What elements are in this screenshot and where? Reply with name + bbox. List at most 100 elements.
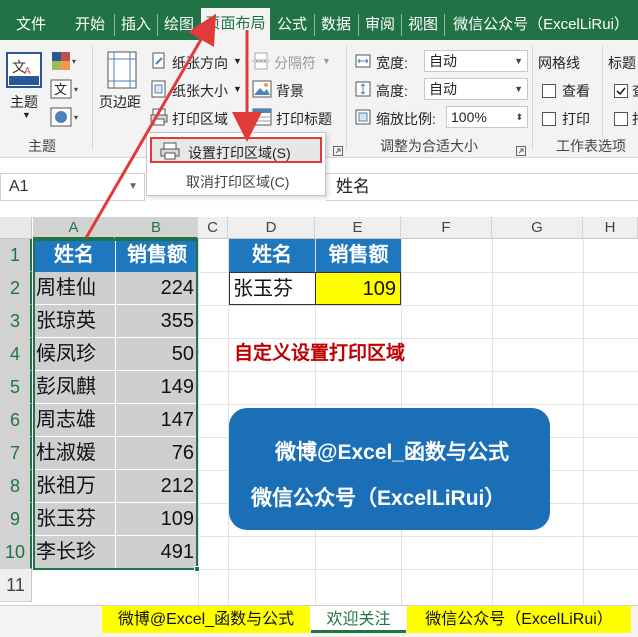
row-header-6[interactable]: 6	[0, 404, 32, 437]
headings-view-checkbox[interactable]	[614, 84, 628, 98]
table2-cell-name[interactable]: 张玉芬	[229, 272, 315, 305]
gridlines-view-label: 查看	[562, 83, 590, 99]
column-header-h[interactable]: H	[583, 217, 638, 239]
promo-line-weibo: 微博@Excel_函数与公式	[275, 441, 510, 464]
print-area-icon[interactable]	[150, 108, 168, 131]
tab-draw[interactable]: 绘图	[159, 0, 199, 40]
row-header-1[interactable]: 1	[0, 239, 32, 272]
print-area-button[interactable]: 打印区域	[172, 109, 228, 129]
formula-value: 姓名	[336, 177, 370, 196]
print-area-menu: 设置打印区域(S) 取消打印区域(C)	[146, 132, 326, 196]
select-all-corner[interactable]	[0, 217, 32, 239]
tab-review[interactable]: 审阅	[360, 0, 400, 40]
gridlines-print-label: 打印	[562, 111, 590, 127]
height-value: 自动	[429, 81, 457, 97]
row-header-10[interactable]: 10	[0, 536, 32, 569]
checkmark-icon	[616, 87, 626, 96]
width-icon	[354, 52, 372, 75]
tab-separator	[114, 14, 115, 36]
width-select[interactable]: 自动 ▼	[424, 50, 528, 72]
selection-range	[33, 239, 198, 570]
gridline	[583, 239, 584, 605]
column-header-f[interactable]: F	[401, 217, 492, 239]
chevron-down-icon: ▼	[322, 56, 331, 66]
tab-separator	[358, 14, 359, 36]
row-header-2[interactable]: 2	[0, 272, 32, 305]
height-select[interactable]: 自动 ▼	[424, 78, 528, 100]
column-header-b[interactable]: B	[115, 217, 198, 239]
table2-header-sales[interactable]: 销售额	[316, 239, 401, 272]
print-titles-button[interactable]: 打印标题	[276, 109, 332, 129]
print-titles-icon[interactable]	[252, 108, 272, 131]
row-header-9[interactable]: 9	[0, 503, 32, 536]
tab-separator	[314, 14, 315, 36]
promo-line-wechat: 微信公众号（ExcelLiRui）	[251, 487, 506, 510]
effects-icon[interactable]: ▾	[50, 106, 82, 133]
scale-group-label: 调整为合适大小	[380, 138, 478, 154]
svg-text:▾: ▾	[74, 85, 78, 94]
colors-icon[interactable]: ▾	[50, 50, 78, 77]
table2-header-name[interactable]: 姓名	[229, 239, 315, 272]
column-header-g[interactable]: G	[492, 217, 583, 239]
tab-insert[interactable]: 插入	[116, 0, 156, 40]
tab-wechat[interactable]: 微信公众号（ExcelLiRui）	[444, 0, 638, 40]
tab-formulas[interactable]: 公式	[272, 0, 312, 40]
tab-view[interactable]: 视图	[403, 0, 443, 40]
column-header-a[interactable]: A	[33, 217, 115, 239]
tab-home[interactable]: 开始	[68, 0, 112, 40]
row-header-11[interactable]: 11	[0, 569, 32, 602]
column-header-d[interactable]: D	[228, 217, 315, 239]
background-button[interactable]: 背景	[276, 81, 304, 101]
row-header-4[interactable]: 4	[0, 338, 32, 371]
sheet-tab-welcome[interactable]: 欢迎关注	[311, 606, 406, 633]
headings-label: 标题	[608, 55, 636, 71]
breaks-button[interactable]: 分隔符	[274, 53, 316, 73]
gridline	[198, 239, 199, 605]
sheet-tab-bar: 微博@Excel_函数与公式 欢迎关注 微信公众号（ExcelLiRui）	[0, 605, 638, 637]
gridlines-view-checkbox[interactable]	[542, 84, 556, 98]
background-icon[interactable]	[252, 80, 272, 103]
promo-box: 微博@Excel_函数与公式 微信公众号（ExcelLiRui）	[229, 408, 550, 530]
sheet-tab-weibo[interactable]: 微博@Excel_函数与公式	[102, 606, 310, 633]
svg-text:▾: ▾	[72, 57, 76, 66]
fonts-icon[interactable]: 文 ▾	[50, 78, 82, 105]
row-header-7[interactable]: 7	[0, 437, 32, 470]
size-icon[interactable]	[150, 80, 168, 103]
tab-page-layout[interactable]: 页面布局	[201, 8, 270, 40]
themes-icon[interactable]: 文A	[6, 52, 42, 93]
tab-separator	[157, 14, 158, 36]
set-print-area-menu-item[interactable]: 设置打印区域(S)	[150, 137, 322, 163]
width-value: 自动	[429, 53, 457, 69]
orientation-button[interactable]: 纸张方向	[172, 53, 228, 73]
row-header-5[interactable]: 5	[0, 371, 32, 404]
svg-text:文: 文	[54, 83, 67, 98]
sheet-tab-wechat[interactable]: 微信公众号（ExcelLiRui）	[407, 606, 631, 633]
table2-cell-sales[interactable]: 109	[315, 272, 401, 305]
scale-input[interactable]: 100% ⬍	[446, 106, 528, 128]
themes-button[interactable]: 主题	[10, 92, 38, 112]
chevron-down-icon: ▼	[514, 84, 523, 94]
margins-button[interactable]: 页边距	[99, 92, 141, 112]
chevron-down-icon: ▼	[233, 84, 242, 94]
formula-input[interactable]: 姓名	[326, 173, 638, 201]
size-button[interactable]: 纸张大小	[172, 81, 228, 101]
tab-data[interactable]: 数据	[316, 0, 356, 40]
headings-print-checkbox[interactable]	[614, 112, 628, 126]
chevron-down-icon[interactable]: ▼	[128, 174, 138, 200]
orientation-icon[interactable]	[150, 52, 168, 75]
gridlines-print-checkbox[interactable]	[542, 112, 556, 126]
height-label: 高度:	[376, 83, 408, 99]
clear-print-area-menu-item[interactable]: 取消打印区域(C)	[150, 167, 322, 193]
row-header-3[interactable]: 3	[0, 305, 32, 338]
scale-value: 100%	[451, 109, 487, 125]
column-header-c[interactable]: C	[198, 217, 228, 239]
tab-file[interactable]: 文件	[6, 0, 56, 40]
row-header-8[interactable]: 8	[0, 470, 32, 503]
column-header-e[interactable]: E	[315, 217, 401, 239]
scale-label: 缩放比例:	[376, 111, 436, 127]
fill-handle[interactable]	[194, 566, 200, 572]
name-box[interactable]: A1 ▼	[0, 173, 145, 201]
breaks-icon[interactable]	[252, 52, 270, 75]
margins-icon[interactable]	[106, 50, 140, 95]
spin-icon[interactable]: ⬍	[515, 107, 523, 127]
